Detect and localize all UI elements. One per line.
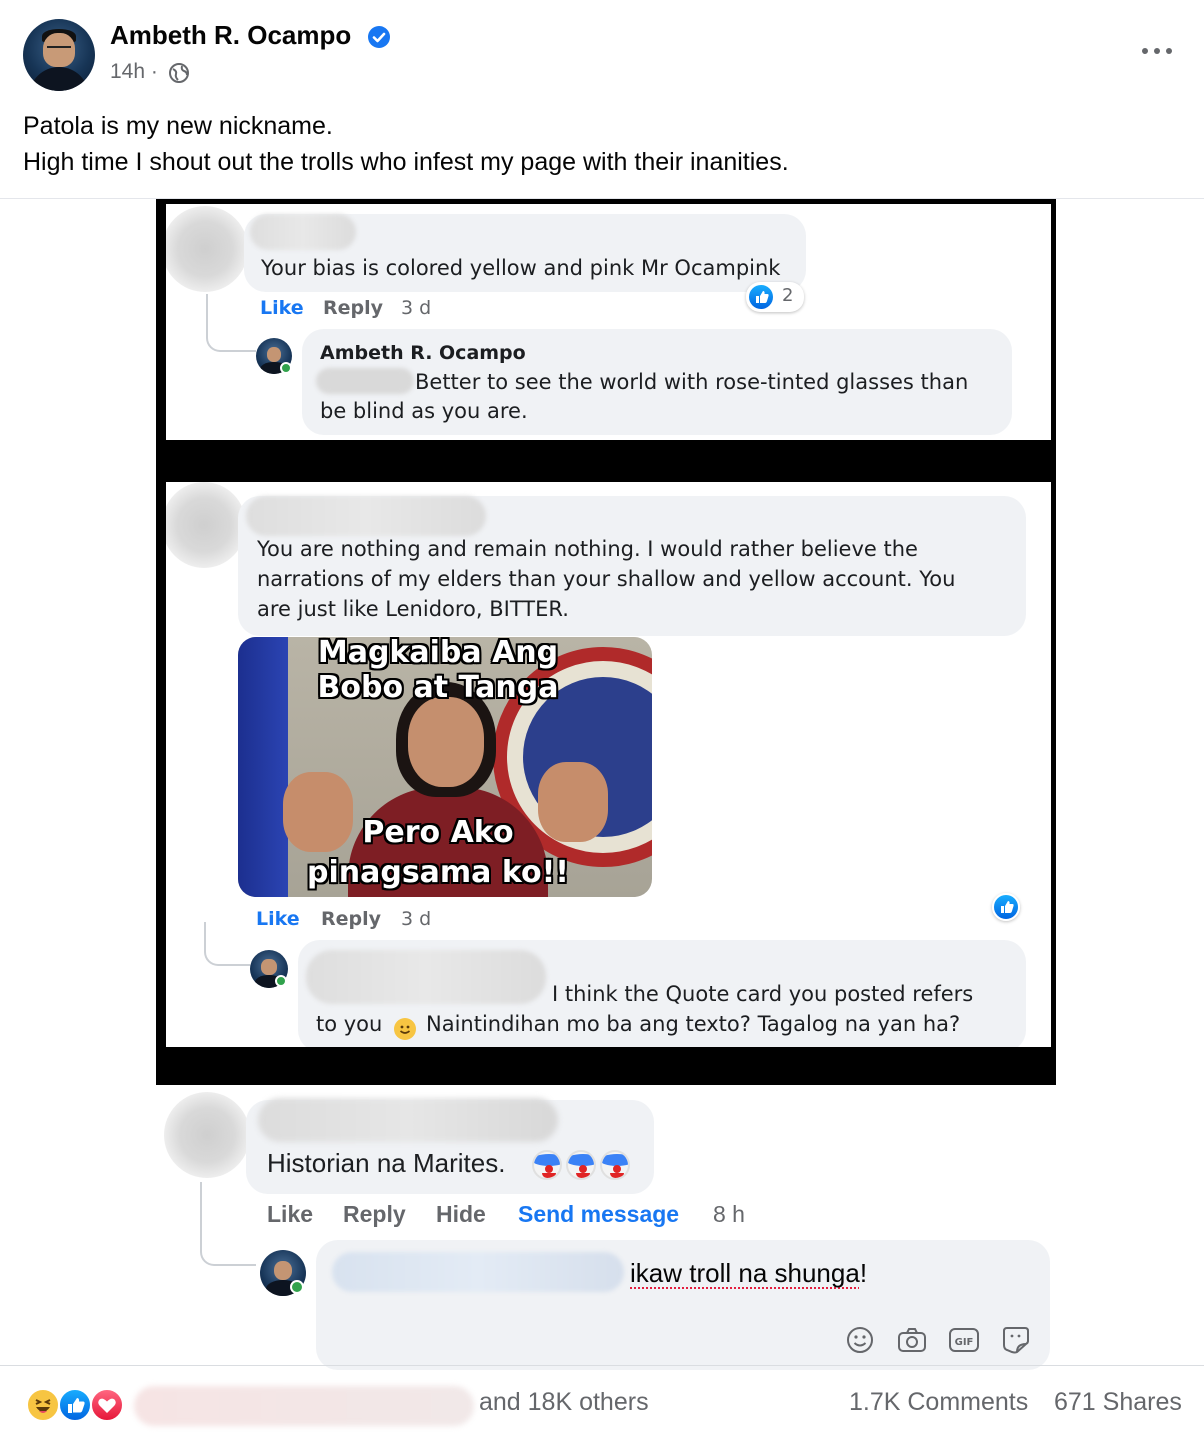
svg-text:GIF: GIF <box>955 1337 974 1348</box>
gif-icon[interactable]: GIF <box>948 1325 979 1355</box>
divider <box>0 1365 1204 1366</box>
like-link: Like <box>260 297 304 319</box>
reply-text: Naintindihan mo ba ang texto? Tagalog na… <box>426 1012 961 1036</box>
emoji-icon[interactable] <box>845 1325 875 1355</box>
screenshot-panel-1: Your bias is colored yellow and pink Mr … <box>166 204 1051 440</box>
meme-caption-bottom: Pero Ako <box>362 815 514 850</box>
post-header: Ambeth R. Ocampo 14h · <box>0 0 1204 100</box>
love-reaction-icon[interactable] <box>90 1388 124 1422</box>
comment-time: 8 h <box>713 1201 745 1227</box>
comment-text: Historian na Marites. <box>267 1148 506 1178</box>
draft-punct: ! <box>859 1258 868 1288</box>
meme-caption-top: Bobo at Tanga <box>317 670 559 705</box>
clown-emoji-icon <box>566 1150 596 1180</box>
online-indicator <box>275 975 287 987</box>
verified-badge-icon <box>368 26 390 48</box>
reaction-count: 2 <box>782 285 794 306</box>
reply-text: I think the Quote card you posted refers <box>552 982 974 1006</box>
send-message-button[interactable]: Send message <box>518 1201 679 1228</box>
author-avatar[interactable] <box>23 19 95 91</box>
blurred-name[interactable] <box>258 1098 558 1142</box>
comment-time: 3 d <box>401 297 432 319</box>
blurred-mention <box>332 1252 624 1292</box>
smile-emoji-icon <box>394 1018 416 1040</box>
like-reaction-icon <box>992 893 1020 921</box>
comments-count[interactable]: 1.7K Comments <box>849 1388 1028 1417</box>
more-options-icon[interactable] <box>1140 40 1174 60</box>
haha-reaction-icon[interactable] <box>26 1388 60 1422</box>
comment-text: Your bias is colored yellow and pink Mr … <box>261 256 781 280</box>
online-indicator <box>290 1280 304 1294</box>
blurred-name <box>246 496 486 536</box>
reply-text: be blind as you are. <box>320 399 528 423</box>
hide-button[interactable]: Hide <box>436 1201 486 1228</box>
reply-author: Ambeth R. Ocampo <box>320 342 526 364</box>
blurred-name <box>250 214 356 250</box>
blurred-avatar <box>166 206 248 292</box>
draft-word: shunga <box>774 1258 860 1288</box>
caption-line: Patola is my new nickname. <box>23 112 333 140</box>
blurred-reactor-names[interactable] <box>134 1386 474 1426</box>
draft-word: ikaw troll na <box>630 1258 775 1288</box>
comment-time: 3 d <box>401 908 432 930</box>
reply-link: Reply <box>321 908 382 930</box>
comment-text: are just like Lenidoro, BITTER. <box>257 597 569 621</box>
like-link: Like <box>256 908 300 930</box>
reply-text: to you <box>316 1012 383 1036</box>
like-reaction-icon[interactable] <box>58 1388 92 1422</box>
post-timestamp[interactable]: 14h · <box>110 60 158 84</box>
online-indicator <box>280 362 292 374</box>
screenshot-panel-2: You are nothing and remain nothing. I wo… <box>166 482 1051 1047</box>
reply-text: Better to see the world with rose-tinted… <box>415 370 969 394</box>
post-caption: Patola is my new nickname. High time I s… <box>23 108 789 180</box>
blurred-tag <box>316 368 414 394</box>
like-button[interactable]: Like <box>267 1201 313 1228</box>
caption-line: High time I shout out the trolls who inf… <box>23 148 789 176</box>
blurred-avatar <box>166 482 246 568</box>
sticker-icon[interactable] <box>1000 1325 1030 1355</box>
meme-caption-bottom: pinagsama ko!! <box>306 855 569 890</box>
reactions-summary[interactable]: and 18K others <box>479 1388 649 1417</box>
meme-image: Magkaiba Ang Bobo at Tanga Pero Ako pina… <box>238 637 652 897</box>
reply-button[interactable]: Reply <box>343 1201 406 1228</box>
clown-emoji-icon <box>532 1150 562 1180</box>
meme-caption-top: Magkaiba Ang <box>317 637 559 670</box>
comment-text: You are nothing and remain nothing. I wo… <box>257 537 918 561</box>
clown-emoji-icon <box>600 1150 630 1180</box>
blurred-avatar[interactable] <box>164 1092 250 1178</box>
globe-icon <box>168 62 190 89</box>
blurred-name <box>306 950 546 1004</box>
thread-line <box>204 922 250 966</box>
thread-line <box>206 294 256 352</box>
shares-count[interactable]: 671 Shares <box>1054 1388 1182 1417</box>
comment-text: narrations of my elders than your shallo… <box>257 567 956 591</box>
camera-icon[interactable] <box>896 1325 926 1355</box>
author-name[interactable]: Ambeth R. Ocampo <box>110 20 351 51</box>
reaction-count-badge: 2 <box>746 282 804 312</box>
like-reaction-icon <box>749 285 773 309</box>
thread-line <box>200 1182 256 1266</box>
reply-link: Reply <box>323 297 384 319</box>
reply-draft-text[interactable]: ikaw troll na shunga! <box>630 1258 867 1289</box>
